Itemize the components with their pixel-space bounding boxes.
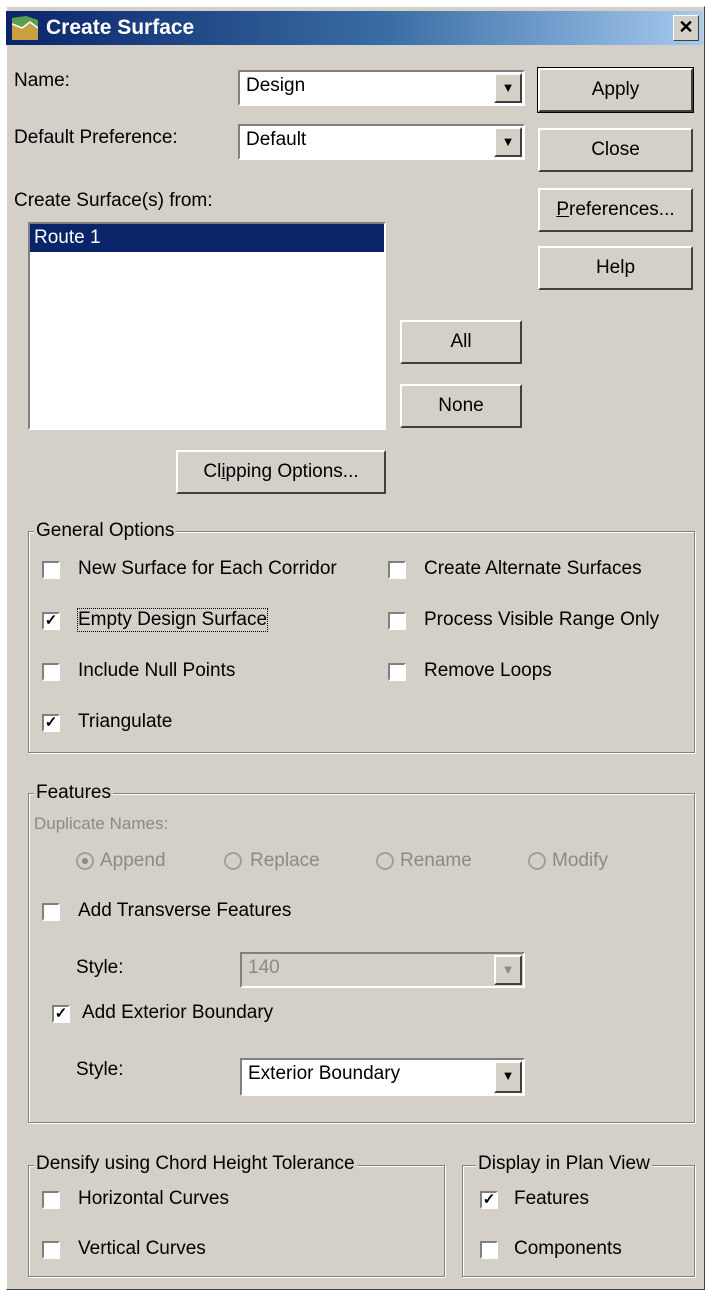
surface-app-icon — [12, 16, 38, 40]
process-visible-checkbox[interactable] — [388, 612, 406, 630]
window-title: Create Surface — [46, 16, 195, 39]
preferences-mnemonic: P — [556, 199, 570, 220]
create-alternate-checkbox[interactable] — [388, 561, 406, 579]
rename-radio[interactable] — [376, 852, 394, 870]
name-combo[interactable]: Design ▼ — [238, 70, 525, 106]
check-icon: ✓ — [54, 1005, 68, 1022]
chevron-down-icon[interactable]: ▼ — [494, 1061, 522, 1093]
all-button[interactable]: All — [400, 320, 522, 364]
clipping-label-prefix: Cl — [203, 461, 222, 482]
add-exterior-label[interactable]: Add Exterior Boundary — [82, 1002, 273, 1024]
apply-button[interactable]: Apply — [537, 67, 694, 113]
close-icon: ✕ — [678, 17, 694, 37]
horizontal-curves-checkbox[interactable] — [42, 1191, 60, 1209]
add-transverse-checkbox[interactable] — [42, 903, 60, 921]
densify-group — [28, 1165, 445, 1277]
create-from-listbox[interactable]: Route 1 — [28, 222, 386, 430]
triangulate-checkbox[interactable]: ✓ — [42, 714, 60, 732]
help-label: Help — [595, 257, 636, 278]
none-label: None — [438, 395, 484, 416]
name-label: Name: — [14, 70, 70, 91]
radio-selected-dot — [82, 858, 88, 864]
transverse-style-combo[interactable]: 140 ▼ — [240, 952, 525, 988]
densify-title: Densify using Chord Height Tolerance — [34, 1153, 357, 1175]
chevron-down-icon[interactable]: ▼ — [494, 127, 522, 157]
check-icon: ✓ — [482, 1191, 496, 1208]
preferences-label: references... — [569, 199, 675, 220]
triangulate-label[interactable]: Triangulate — [78, 711, 172, 733]
list-item[interactable]: Route 1 — [30, 224, 384, 252]
chevron-down-icon[interactable]: ▼ — [494, 955, 522, 985]
add-exterior-checkbox[interactable]: ✓ — [52, 1005, 70, 1023]
horizontal-curves-label[interactable]: Horizontal Curves — [78, 1188, 229, 1210]
close-window-button[interactable]: ✕ — [673, 15, 699, 41]
clipping-options-button[interactable]: Clipping Options... — [176, 450, 386, 494]
create-from-label: Create Surface(s) from: — [14, 190, 213, 211]
append-label[interactable]: Append — [100, 850, 166, 872]
transverse-style-value: 140 — [248, 957, 280, 978]
include-null-label[interactable]: Include Null Points — [78, 660, 235, 682]
all-label: All — [450, 331, 472, 352]
default-preference-value: Default — [246, 129, 307, 150]
display-plan-title: Display in Plan View — [476, 1153, 652, 1175]
features-title: Features — [34, 782, 113, 804]
close-button[interactable]: Close — [538, 128, 693, 172]
title-bar[interactable]: Create Surface ✕ — [6, 11, 703, 45]
modify-label[interactable]: Modify — [552, 850, 608, 872]
preferences-button[interactable]: Preferences... — [538, 188, 693, 232]
name-value: Design — [246, 75, 306, 96]
empty-design-checkbox[interactable]: ✓ — [42, 612, 60, 630]
style-label: Style: — [76, 957, 124, 978]
duplicate-names-label: Duplicate Names: — [34, 814, 169, 833]
exterior-style-combo[interactable]: Exterior Boundary ▼ — [240, 1058, 525, 1096]
vertical-curves-label[interactable]: Vertical Curves — [78, 1238, 206, 1260]
create-alternate-label[interactable]: Create Alternate Surfaces — [424, 558, 642, 580]
default-preference-combo[interactable]: Default ▼ — [238, 124, 525, 160]
append-radio[interactable] — [76, 852, 94, 870]
new-surface-label[interactable]: New Surface for Each Corridor — [78, 558, 337, 580]
display-components-label[interactable]: Components — [514, 1238, 622, 1260]
display-features-label[interactable]: Features — [514, 1188, 589, 1210]
check-icon: ✓ — [44, 714, 58, 731]
exterior-style-value: Exterior Boundary — [248, 1063, 401, 1084]
chevron-down-icon[interactable]: ▼ — [494, 73, 522, 103]
check-icon: ✓ — [44, 612, 58, 629]
replace-label[interactable]: Replace — [250, 850, 320, 872]
replace-radio[interactable] — [224, 852, 242, 870]
none-button[interactable]: None — [400, 384, 522, 428]
default-preference-label: Default Preference: — [14, 127, 178, 148]
remove-loops-checkbox[interactable] — [388, 663, 406, 681]
modify-radio[interactable] — [528, 852, 546, 870]
help-button[interactable]: Help — [538, 246, 693, 290]
include-null-checkbox[interactable] — [42, 663, 60, 681]
empty-design-label[interactable]: Empty Design Surface — [76, 608, 269, 632]
style-label: Style: — [76, 1059, 124, 1080]
display-components-checkbox[interactable] — [480, 1241, 498, 1259]
general-options-title: General Options — [34, 520, 177, 542]
rename-label[interactable]: Rename — [400, 850, 472, 872]
apply-label: Apply — [591, 79, 640, 100]
new-surface-checkbox[interactable] — [42, 561, 60, 579]
process-visible-label[interactable]: Process Visible Range Only — [424, 609, 659, 631]
clipping-label-rest: pping Options... — [225, 461, 359, 482]
add-transverse-label[interactable]: Add Transverse Features — [78, 900, 291, 922]
display-plan-group — [462, 1165, 695, 1277]
close-label: Close — [591, 139, 640, 160]
vertical-curves-checkbox[interactable] — [42, 1241, 60, 1259]
display-features-checkbox[interactable]: ✓ — [480, 1191, 498, 1209]
remove-loops-label[interactable]: Remove Loops — [424, 660, 552, 682]
